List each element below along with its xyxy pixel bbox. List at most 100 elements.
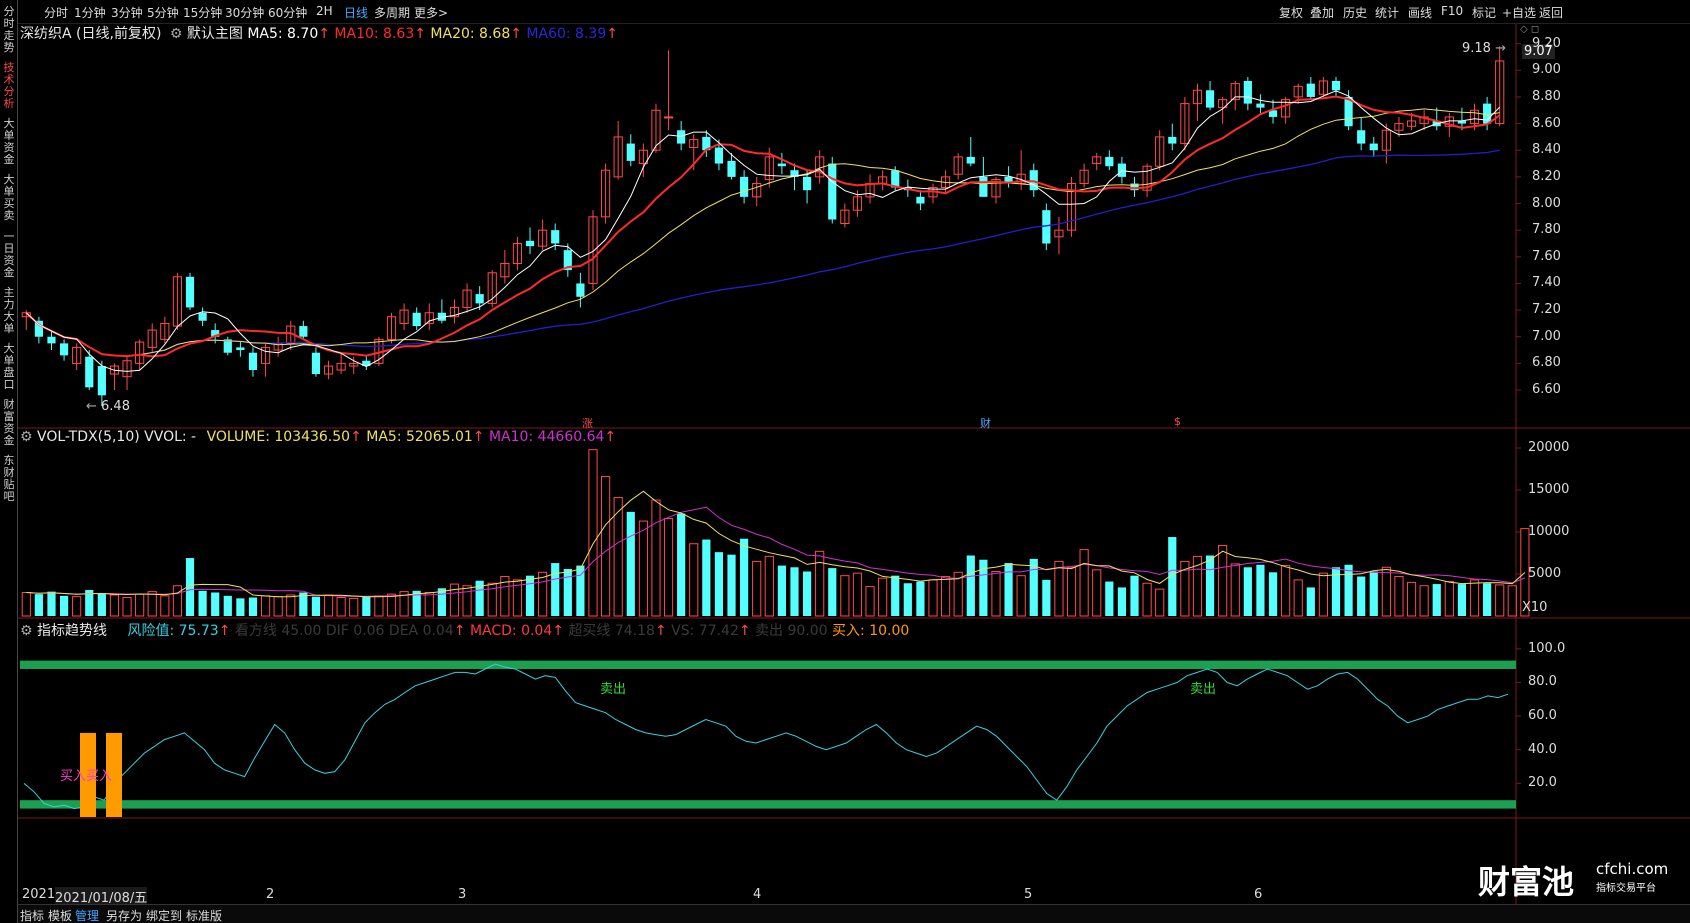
ind-tick-label: 80.0: [1528, 674, 1557, 690]
price-tick-label: 8.80: [1532, 88, 1561, 104]
volume-bar: [563, 568, 572, 616]
panel-corner-icons[interactable]: ◇ ◻: [1520, 24, 1539, 35]
volume-gear-icon[interactable]: ⚙: [20, 429, 33, 445]
volume-bar: [424, 591, 434, 617]
candle-body: [525, 240, 535, 247]
bottom-item-0[interactable]: 指标: [20, 907, 44, 923]
volume-bar: [248, 597, 258, 616]
volume-bar: [109, 594, 120, 617]
volume-bar: [47, 591, 56, 616]
volume-bar: [1495, 584, 1505, 617]
volume-bar: [865, 586, 875, 617]
price-tick-label: 6.80: [1532, 355, 1561, 371]
volume-bar: [1507, 585, 1517, 617]
bottom-item-5[interactable]: 标准版: [186, 907, 222, 923]
candle-body: [248, 352, 258, 371]
volume-indicator-title[interactable]: VOL-TDX(5,10) VVOL: -: [37, 429, 196, 445]
vol-ma5-value: MA5: 52065.01: [366, 429, 473, 445]
candle-body: [1105, 156, 1114, 167]
faded-values-4: 卖出 90.00: [755, 623, 828, 639]
volume-bar: [336, 597, 346, 617]
indicator-title[interactable]: 指标趋势线: [37, 623, 107, 639]
candle-body: [966, 156, 975, 164]
vol-ma5-line: [26, 490, 1526, 598]
volume-bar: [1079, 549, 1089, 617]
candle-body: [97, 366, 106, 396]
candle-body: [85, 356, 94, 388]
price-tick-label: 9.00: [1532, 62, 1561, 78]
volume-bar: [1256, 564, 1265, 616]
volume-bar: [1218, 544, 1228, 617]
volume-bar: [362, 596, 371, 616]
volume-bar: [349, 597, 359, 617]
volume-bar: [374, 595, 384, 617]
stock-title[interactable]: 深纺织A (日线,前复权): [20, 26, 161, 42]
price-tick-label: 7.80: [1532, 222, 1561, 238]
vol-tick-label: 20000: [1528, 440, 1570, 455]
volume-bar: [790, 567, 799, 616]
volume-bar: [714, 552, 724, 616]
vol-tick-label: 10000: [1528, 524, 1570, 539]
volume-bar: [122, 597, 132, 617]
volume-bar: [273, 596, 283, 617]
candle-body: [1243, 80, 1252, 104]
candle-body: [727, 160, 736, 177]
candle-body: [777, 163, 786, 167]
volume-bar: [462, 585, 472, 617]
candle-body: [916, 196, 925, 204]
volume-bar: [538, 571, 548, 617]
ind-tick-label: 100.0: [1528, 640, 1566, 656]
gear-icon[interactable]: ⚙: [170, 26, 183, 42]
bottom-item-2[interactable]: 管理: [75, 907, 99, 923]
candle-body: [311, 352, 321, 375]
volume-bar: [1105, 581, 1114, 616]
bottom-item-3[interactable]: 另存为: [106, 907, 142, 923]
candle-body: [663, 116, 674, 119]
bottom-item-1[interactable]: 模板: [48, 907, 72, 923]
volume-panel-header: ⚙ VOL-TDX(5,10) VVOL: - VOLUME: 103436.5…: [20, 429, 616, 445]
ma10-arrow: ↑: [414, 26, 426, 42]
volume-bar: [727, 554, 736, 616]
ma20-arrow: ↑: [510, 26, 522, 42]
overbuy-arrow: ↑: [654, 623, 667, 639]
volume-bar: [1029, 558, 1038, 616]
volume-bar: [852, 572, 863, 617]
price-tick-label: 8.00: [1532, 195, 1561, 211]
logo-sub: 指标交易平台: [1596, 883, 1656, 894]
risk-line: [23, 663, 1509, 810]
volume-bar: [1117, 587, 1126, 616]
volume-bar: [72, 596, 82, 617]
volume-bar: [1205, 555, 1215, 616]
candle-body: [1042, 210, 1051, 244]
candle-body: [1256, 103, 1265, 108]
candle-body: [47, 336, 56, 344]
candle-body: [1306, 83, 1315, 97]
volume-bar: [1042, 579, 1051, 616]
indicator-gear-icon[interactable]: ⚙: [20, 623, 33, 639]
high-price-label: 9.18 →: [1462, 41, 1506, 56]
template-name[interactable]: 默认主图: [187, 26, 243, 42]
ma5-value: MA5: 8.70: [247, 26, 319, 42]
volume-bar: [928, 579, 938, 617]
buy-band: [20, 800, 1516, 809]
zhang-marker[interactable]: 涨: [582, 415, 593, 431]
volume-bar: [828, 568, 837, 616]
dividend-marker[interactable]: $: [1174, 415, 1181, 428]
candle-body: [802, 176, 812, 191]
bottom-item-4[interactable]: 绑定到: [146, 907, 182, 923]
volume-bar: [638, 520, 648, 617]
volume-bar: [677, 513, 686, 616]
cai-marker[interactable]: 财: [980, 415, 991, 431]
volume-bar: [1293, 579, 1303, 617]
volume-bar: [1281, 565, 1291, 617]
risk-value: 风险值: 75.73: [127, 623, 219, 639]
volume-bar: [1381, 566, 1391, 617]
volume-bar: [991, 570, 1001, 617]
price-tick-label: 7.40: [1532, 275, 1561, 291]
volume-bar: [740, 538, 749, 616]
volume-bar: [1469, 579, 1480, 617]
candle-body: [1205, 90, 1215, 108]
volume-bar: [1318, 572, 1328, 617]
volume-arrow: ↑: [350, 429, 362, 445]
macd-arrow: ↑: [552, 623, 564, 639]
